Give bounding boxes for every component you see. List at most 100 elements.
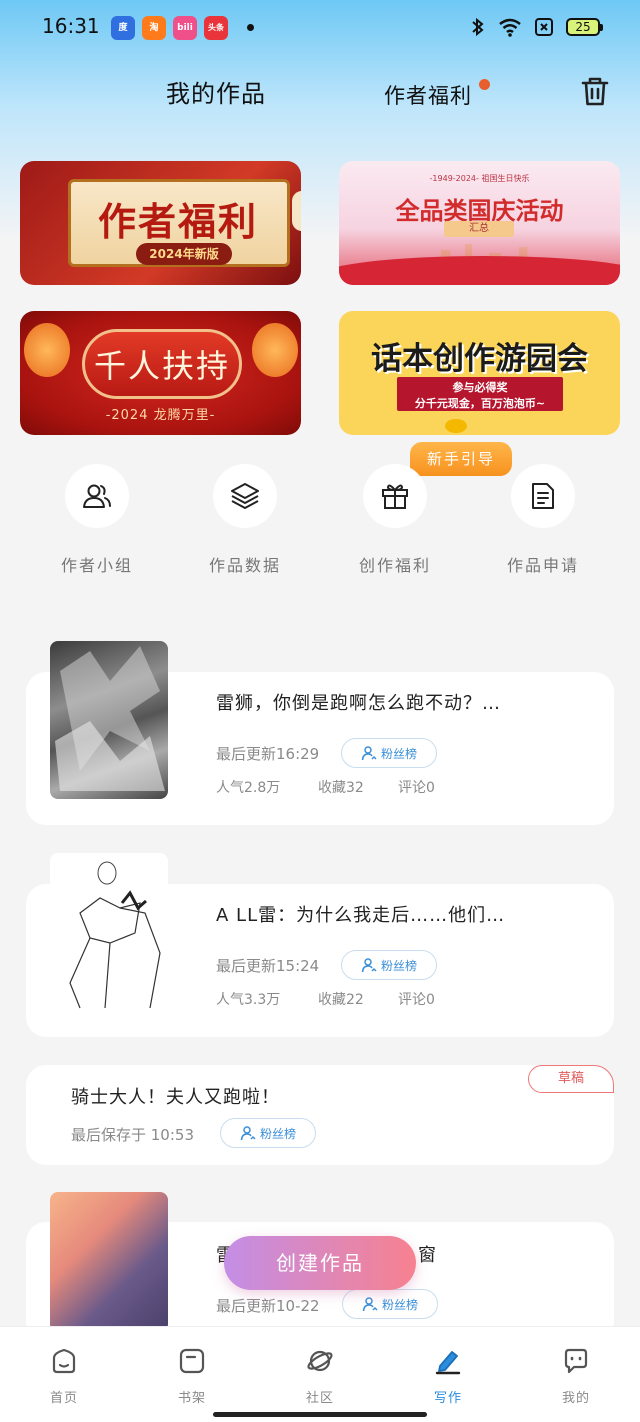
work-saved-time: 最后保存于 10:53 <box>71 1126 194 1144</box>
banner-prize-line-1: 参与必得奖 <box>452 381 508 394</box>
trash-icon <box>581 77 609 106</box>
fan-ranking-button[interactable]: 粉丝榜 <box>220 1118 316 1148</box>
banner-tagline: -1949-2024- 祖国生日快乐 <box>429 174 530 183</box>
lantern-right-decoration <box>252 323 298 377</box>
banner-story-fair[interactable]: 话本创作游园会 参与必得奖 分千元现金，百万泡泡币~ <box>339 311 620 435</box>
home-icon <box>52 1348 76 1374</box>
ribbon-decoration <box>339 256 620 285</box>
nav-item-community[interactable]: 社区 <box>256 1327 384 1422</box>
banner-title: 千人扶持 <box>93 347 230 385</box>
fan-ranking-button[interactable]: 粉丝榜 <box>341 738 437 768</box>
work-favorites: 收藏32 <box>318 780 364 796</box>
status-bar: 16:31 度 淘 bili 头条 25 <box>0 0 640 56</box>
battery-indicator: 25 <box>566 18 603 36</box>
shortcut-icon-circle <box>65 464 129 528</box>
sim-icon <box>535 18 553 36</box>
work-cover-image[interactable] <box>50 1192 168 1332</box>
work-title[interactable]: A LL雷：为什么我走后……他们… <box>216 901 505 927</box>
work-title[interactable]: 骑士大人！夫人又跑啦！ <box>71 1083 280 1109</box>
wifi-icon <box>499 18 521 37</box>
bookshelf-icon <box>179 1348 205 1374</box>
user-icon <box>240 1126 256 1141</box>
taobao-app-icon: 淘 <box>142 16 166 40</box>
shortcut-work-application[interactable]: 作品申请 <box>483 464 603 584</box>
chat-icon <box>564 1348 588 1374</box>
baidu-app-icon: 度 <box>111 16 135 40</box>
layers-icon <box>231 483 259 509</box>
work-updated: 最后更新16:29 <box>216 745 320 763</box>
shortcut-label: 作品数据 <box>208 556 281 575</box>
work-popularity: 人气2.8万 <box>216 780 281 796</box>
document-icon <box>532 483 554 509</box>
fan-ranking-label: 粉丝榜 <box>380 958 417 973</box>
banner-subtitle: 汇总 <box>444 221 514 237</box>
work-updated: 最后更新15:24 <box>216 957 320 975</box>
banner-author-benefits[interactable]: 作者福利 2024年新版 <box>20 161 301 285</box>
tab-author-benefits[interactable]: 作者福利 <box>384 80 472 110</box>
fan-ranking-label: 粉丝榜 <box>381 1297 418 1312</box>
bottom-nav: 首页 书架 社区 写作 我的 <box>0 1326 640 1422</box>
work-title[interactable]: 雷狮，你倒是跑啊怎么跑不动？… <box>216 689 501 715</box>
trash-button[interactable] <box>578 74 612 108</box>
work-updated: 最后更新10-22 <box>216 1297 320 1315</box>
fan-ranking-button[interactable]: 粉丝榜 <box>341 950 437 980</box>
cover-art <box>55 646 165 791</box>
bluetooth-icon <box>472 17 484 37</box>
work-cover-image[interactable] <box>50 853 168 1011</box>
nav-label: 社区 <box>305 1391 334 1406</box>
fan-ranking-button[interactable]: 粉丝榜 <box>342 1289 438 1319</box>
banner-subtitle: 2024年新版 <box>136 243 232 265</box>
toutiao-app-icon: 头条 <box>204 16 228 40</box>
nav-label: 书架 <box>177 1391 206 1406</box>
nav-label: 写作 <box>433 1391 462 1406</box>
status-time: 16:31 <box>42 14 100 38</box>
shortcut-label: 创作福利 <box>358 556 431 575</box>
fan-ranking-label: 粉丝榜 <box>380 746 417 761</box>
shortcut-label: 作者小组 <box>60 556 133 575</box>
mascot-decoration <box>445 419 467 433</box>
lantern-left-decoration <box>24 323 70 377</box>
shortcut-icon-circle <box>363 464 427 528</box>
lantern-decoration <box>292 191 301 231</box>
users-icon <box>83 484 111 508</box>
nav-label: 我的 <box>561 1391 590 1406</box>
shortcut-work-data[interactable]: 作品数据 <box>185 464 305 584</box>
tab-my-works[interactable]: 我的作品 <box>166 74 266 109</box>
cover-art <box>69 861 161 1009</box>
work-comments: 评论0 <box>398 780 435 796</box>
banner-national-day[interactable]: -1949-2024- 祖国生日快乐 全品类国庆活动 汇总 <box>339 161 620 285</box>
user-icon <box>361 746 377 761</box>
notification-dot <box>247 24 254 31</box>
shortcut-author-group[interactable]: 作者小组 <box>37 464 157 584</box>
shortcut-icon-circle <box>213 464 277 528</box>
create-work-button[interactable]: 创建作品 <box>224 1236 416 1290</box>
shortcut-label: 作品申请 <box>506 556 579 575</box>
nav-item-write[interactable]: 写作 <box>384 1327 512 1422</box>
banner-subtitle: -2024 龙腾万里- <box>105 408 216 423</box>
gift-icon <box>382 484 408 509</box>
shortcut-creation-benefits[interactable]: 创作福利 <box>335 464 455 584</box>
work-cover-image[interactable] <box>50 641 168 799</box>
home-indicator[interactable] <box>213 1412 427 1417</box>
work-popularity: 人气3.3万 <box>216 992 281 1008</box>
planet-icon <box>307 1350 333 1372</box>
shortcut-icon-circle <box>511 464 575 528</box>
nav-item-bookshelf[interactable]: 书架 <box>128 1327 256 1422</box>
nav-item-home[interactable]: 首页 <box>0 1327 128 1422</box>
pen-icon <box>435 1351 461 1375</box>
work-comments: 评论0 <box>398 992 435 1008</box>
banner-thousand-support[interactable]: 千人扶持 -2024 龙腾万里- <box>20 311 301 435</box>
fan-ranking-label: 粉丝榜 <box>259 1126 296 1141</box>
nav-item-me[interactable]: 我的 <box>512 1327 640 1422</box>
draft-tag: 草稿 <box>528 1065 614 1093</box>
tab-badge-dot <box>479 79 490 90</box>
banner-title: 话本创作游园会 <box>371 341 588 377</box>
status-icons: 25 <box>470 16 603 38</box>
banner-prize-line-2: 分千元现金，百万泡泡币~ <box>414 397 546 410</box>
banner-title: 作者福利 <box>97 200 258 244</box>
work-favorites: 收藏22 <box>318 992 364 1008</box>
work-title-end[interactable]: 窗 <box>418 1241 437 1267</box>
user-icon <box>361 958 377 973</box>
draft-work-card[interactable] <box>26 1065 614 1165</box>
bilibili-app-icon: bili <box>173 16 197 40</box>
